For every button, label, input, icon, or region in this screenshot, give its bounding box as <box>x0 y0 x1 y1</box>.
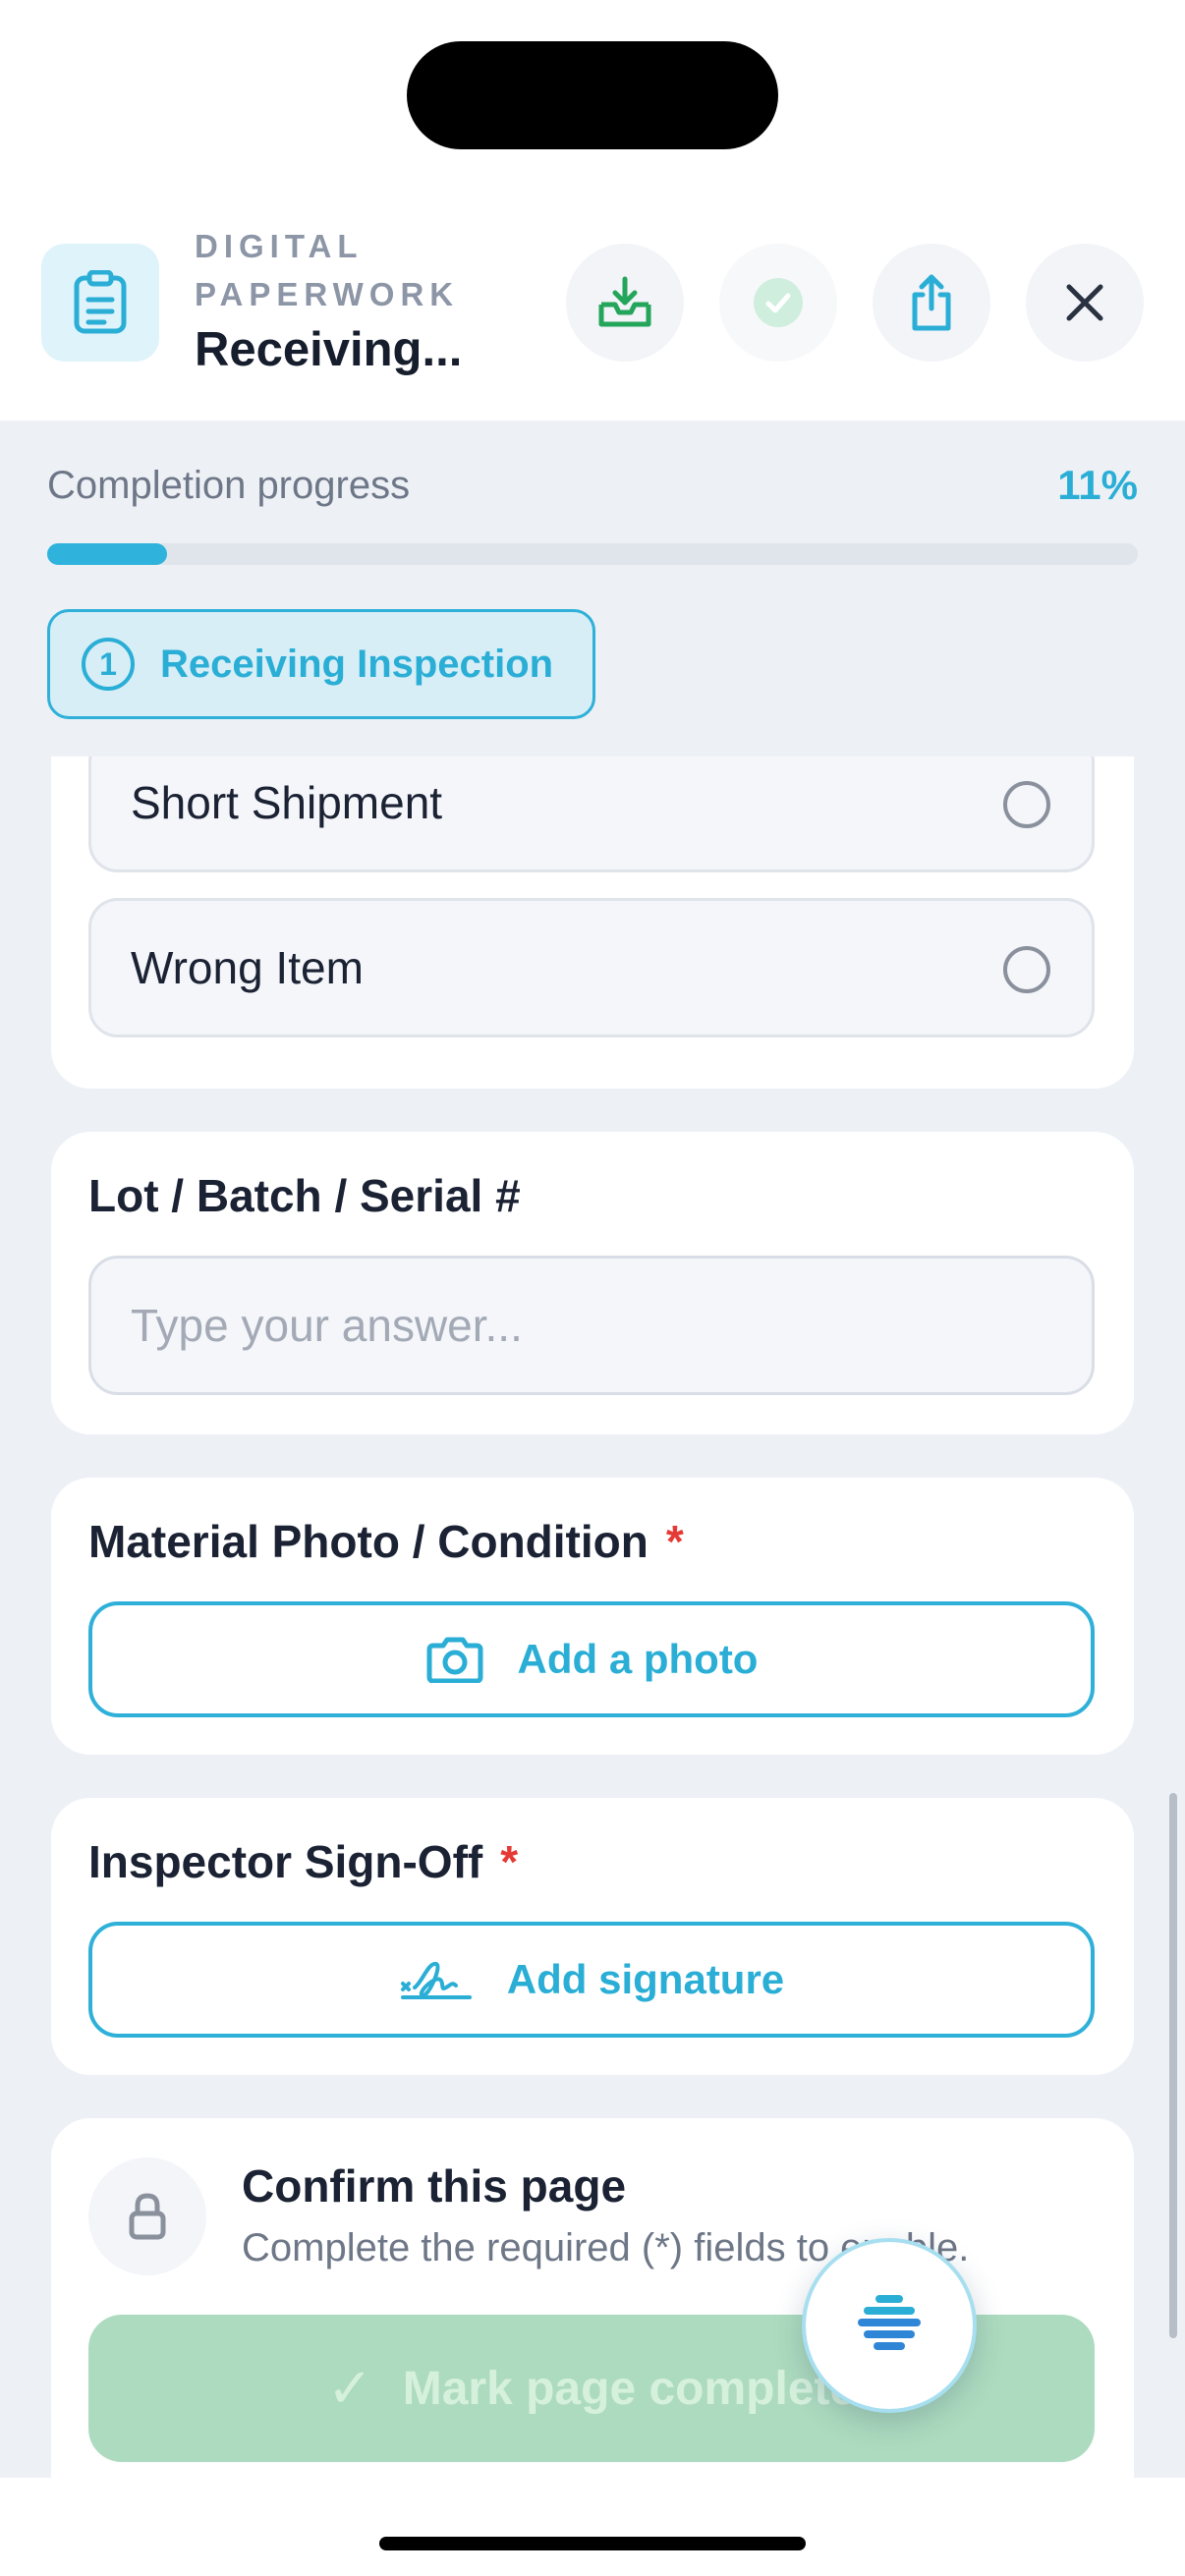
app-header: DIGITAL PAPERWORK Receiving... <box>0 0 1185 420</box>
check-icon: ✓ <box>326 2357 373 2419</box>
add-photo-label: Add a photo <box>517 1636 759 1682</box>
progress-bar <box>47 543 1138 565</box>
clipboard-icon <box>41 244 159 362</box>
signature-field-label: Inspector Sign-Off * <box>88 1835 518 1888</box>
photo-field-label-text: Material Photo / Condition <box>88 1516 649 1567</box>
close-icon <box>1066 284 1103 321</box>
progress-percent: 11% <box>1057 462 1138 508</box>
scrollbar[interactable] <box>1169 1793 1177 2338</box>
stack-lines-icon <box>858 2295 921 2350</box>
option-short-shipment[interactable]: Short Shipment <box>88 756 1095 872</box>
lot-number-input[interactable] <box>88 1256 1095 1395</box>
progress-label: Completion progress <box>47 464 411 507</box>
section-number-badge: 1 <box>82 638 135 691</box>
camera-notch <box>407 41 778 149</box>
add-signature-button[interactable]: Add signature <box>88 1922 1095 2038</box>
radio-button[interactable] <box>1003 781 1050 828</box>
signature-field-label-text: Inspector Sign-Off <box>88 1836 483 1887</box>
complete-status-button[interactable] <box>719 244 837 362</box>
document-title[interactable]: Receiving... <box>195 322 462 377</box>
assistant-fab-button[interactable] <box>802 2238 977 2413</box>
download-button[interactable] <box>566 244 684 362</box>
option-label: Wrong Item <box>131 942 364 993</box>
lot-field-card: Lot / Batch / Serial # <box>51 1132 1134 1434</box>
option-wrong-item[interactable]: Wrong Item <box>88 898 1095 1037</box>
document-type-label: DIGITAL PAPERWORK <box>195 228 460 312</box>
share-icon <box>912 274 951 331</box>
photo-field-card: Material Photo / Condition * Add a photo <box>51 1478 1134 1755</box>
signature-field-card: Inspector Sign-Off * Add signature <box>51 1798 1134 2075</box>
mark-page-complete-label: Mark page complete <box>402 2362 857 2415</box>
section-chip-label: Receiving Inspection <box>160 642 554 686</box>
lot-field-label: Lot / Batch / Serial # <box>88 1170 521 1221</box>
home-indicator[interactable] <box>379 2537 806 2550</box>
inbox-download-icon <box>598 276 651 327</box>
progress-bar-fill <box>47 543 168 565</box>
close-button[interactable] <box>1026 244 1144 362</box>
photo-field-label: Material Photo / Condition * <box>88 1515 684 1568</box>
share-button[interactable] <box>873 244 990 362</box>
radio-button[interactable] <box>1003 946 1050 993</box>
add-photo-button[interactable]: Add a photo <box>88 1601 1095 1717</box>
option-label: Short Shipment <box>131 777 443 828</box>
required-marker: * <box>665 1516 684 1567</box>
confirm-title: Confirm this page <box>242 2160 627 2212</box>
screen: DIGITAL PAPERWORK Receiving... Completio… <box>0 0 1185 2576</box>
options-card: Short Shipment Wrong Item <box>51 756 1134 1089</box>
form-scroll-area[interactable]: Short Shipment Wrong Item Lot / Batch / … <box>0 756 1185 2478</box>
section-chip[interactable]: 1 Receiving Inspection <box>47 609 595 719</box>
check-circle-icon <box>754 278 803 327</box>
bottom-safe-area <box>0 2478 1185 2576</box>
required-marker: * <box>500 1836 519 1887</box>
add-signature-label: Add signature <box>506 1956 785 2002</box>
signature-icon <box>400 1961 472 1999</box>
lock-icon <box>88 2157 206 2275</box>
camera-icon <box>426 1637 483 1683</box>
